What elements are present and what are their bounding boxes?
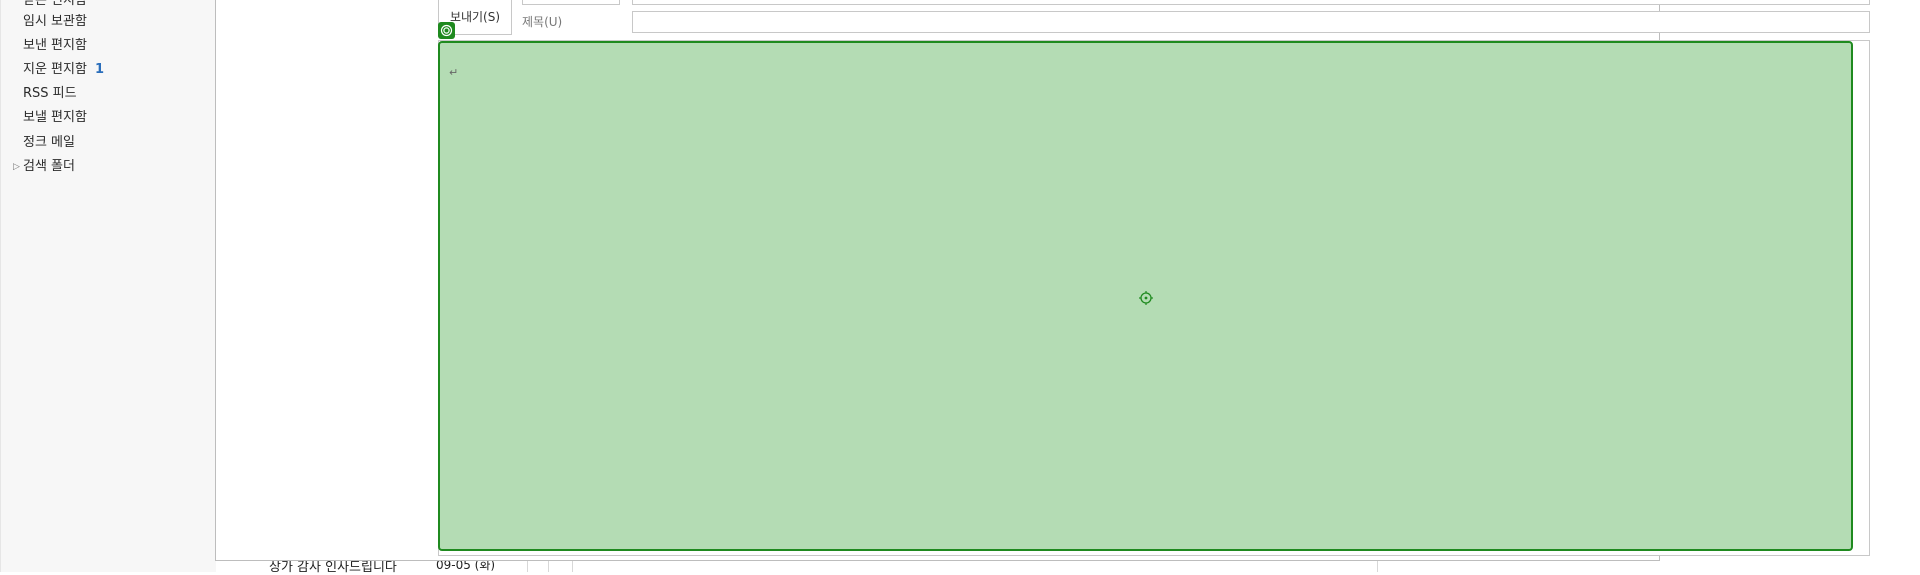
folder-drafts[interactable]: 임시 보관함: [23, 12, 87, 32]
subject-label: 제목(U): [522, 15, 563, 29]
folder-pane: 받은 편지함 임시 보관함 보낸 편지함 지운 편지함 1 RSS 피드 보낼 편…: [0, 0, 216, 572]
folder-label: 받은 편지함: [23, 0, 87, 8]
list-divider: [548, 560, 549, 572]
send-button-label: 보내기(S): [449, 9, 501, 24]
folder-sent[interactable]: 보낸 편지함: [23, 36, 87, 56]
message-list-background: 상가 감사 인사드립니다 09-05 (화): [231, 558, 1381, 575]
list-divider: [572, 560, 573, 572]
folder-label: 보낸 편지함: [23, 38, 87, 53]
subject-field[interactable]: [632, 11, 1870, 33]
folder-inbox[interactable]: 받은 편지함: [23, 0, 87, 11]
folder-outbox[interactable]: 보낼 편지함: [23, 108, 87, 128]
folder-label: 정크 메일: [23, 135, 75, 150]
folder-junk[interactable]: 정크 메일: [23, 133, 75, 153]
target-icon[interactable]: [438, 22, 455, 39]
folder-deleted[interactable]: 지운 편지함 1: [23, 60, 104, 80]
triangle-right-icon[interactable]: ▷: [13, 157, 20, 177]
folder-label: 지운 편지함: [23, 62, 87, 77]
folder-rss[interactable]: RSS 피드: [23, 84, 77, 104]
compose-window: 보내기(S) 제목(U) ↵: [215, 0, 1870, 561]
folder-label: 검색 폴더: [23, 159, 75, 174]
paragraph-mark: ↵: [449, 66, 459, 79]
cc-field[interactable]: [632, 0, 1870, 5]
list-divider: [1377, 560, 1378, 572]
folder-search[interactable]: ▷ 검색 폴더: [13, 157, 75, 177]
crosshair-icon[interactable]: [1139, 290, 1153, 305]
folder-label: 보낼 편지함: [23, 110, 87, 125]
folder-label: RSS 피드: [23, 86, 77, 101]
folder-label: 임시 보관함: [23, 14, 87, 29]
cc-button[interactable]: [522, 0, 620, 5]
list-divider: [527, 560, 528, 572]
unread-count: 1: [94, 62, 104, 77]
